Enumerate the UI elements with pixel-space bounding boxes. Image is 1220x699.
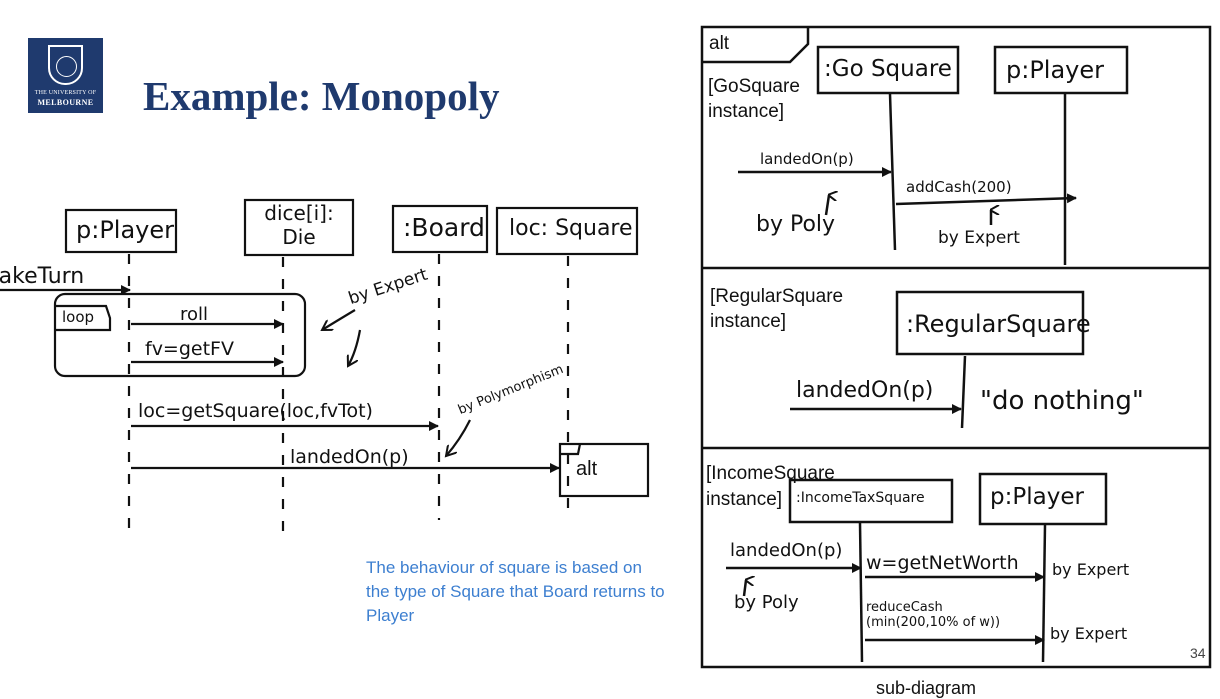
s2-lifeline (960, 355, 967, 429)
sub-diagram-label: sub-diagram (876, 678, 977, 698)
s1-msg-2: addCash(200) (906, 178, 1012, 196)
s1-guard: [GoSquare instance] (708, 76, 800, 122)
s3-note-3: by Expert (1050, 624, 1128, 643)
s3-lifeline-2 (1041, 524, 1047, 663)
sub-diagram (700, 25, 1212, 669)
s3-lifeline-1 (858, 522, 864, 663)
s1-msg-1: landedOn(p) (760, 150, 854, 168)
s3-msg-3: reduceCash (min(200,10% of w)) (866, 600, 1001, 630)
s3-msg-2: w=getNetWorth (866, 552, 1019, 574)
s1-note-2: by Expert (938, 228, 1020, 248)
s3-lifeline-label-2: p:Player (990, 484, 1084, 510)
s1-lifeline-label-2: p:Player (1006, 56, 1105, 84)
s1-msg-2-arrow (895, 193, 1077, 206)
s2-guard: [RegularSquare instance] (710, 286, 844, 332)
s3-msg-1: landedOn(p) (730, 540, 843, 561)
s1-lifeline-label-1: :Go Square (824, 56, 952, 82)
s2-note: "do nothing" (980, 386, 1144, 416)
s3-note-2: by Expert (1052, 560, 1130, 579)
sub-alt-label: alt (709, 33, 730, 54)
s2-msg: landedOn(p) (796, 378, 934, 403)
s3-lifeline-label-1: :IncomeTaxSquare (796, 490, 925, 506)
page-number: 34 (1190, 645, 1206, 661)
s3-note-1: by Poly (734, 592, 799, 613)
s2-lifeline-label: :RegularSquare (906, 310, 1091, 338)
s1-note-1: by Poly (756, 212, 836, 237)
